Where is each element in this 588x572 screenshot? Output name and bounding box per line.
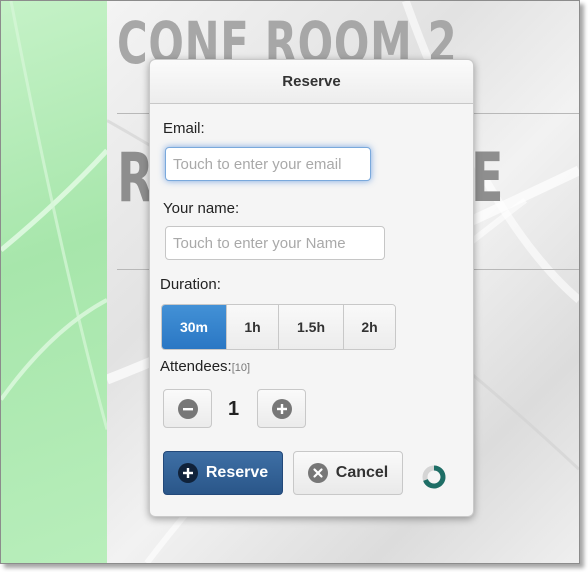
attendees-count: 1 [228, 398, 240, 420]
duration-option-1-5h[interactable]: 1.5h [279, 305, 344, 349]
attendees-label: Attendees:[10] [160, 358, 250, 375]
duration-selector: 30m 1h 1.5h 2h [161, 304, 396, 350]
sidebar-streaks [1, 1, 107, 430]
duration-option-2h[interactable]: 2h [344, 305, 395, 349]
name-field[interactable] [165, 226, 385, 260]
duration-option-30m[interactable]: 30m [162, 305, 227, 349]
status-text-right: E [471, 139, 504, 218]
attendees-label-text: Attendees: [160, 358, 232, 375]
email-label: Email: [163, 120, 205, 137]
email-field[interactable] [165, 147, 371, 181]
dialog-header: Reserve [150, 60, 473, 104]
loading-spinner-icon [422, 465, 446, 489]
plus-circle-icon [271, 398, 292, 419]
duration-option-1h[interactable]: 1h [227, 305, 279, 349]
reserve-dialog: Reserve Email: Your name: Duration: 30m … [149, 59, 474, 517]
sidebar-accent [1, 1, 107, 563]
attendees-limit: [10] [231, 362, 251, 374]
dialog-title: Reserve [282, 73, 341, 90]
name-label: Your name: [163, 200, 240, 217]
attendees-decrement-button[interactable] [163, 389, 212, 428]
x-circle-icon [307, 463, 328, 483]
plus-circle-icon [177, 463, 198, 483]
reserve-button[interactable]: Reserve [163, 451, 283, 495]
reserve-button-label: Reserve [205, 464, 269, 481]
minus-circle-icon [177, 398, 198, 419]
cancel-button-label: Cancel [335, 464, 389, 481]
duration-label: Duration: [160, 276, 221, 293]
cancel-button[interactable]: Cancel [293, 451, 403, 495]
attendees-increment-button[interactable] [257, 389, 306, 428]
